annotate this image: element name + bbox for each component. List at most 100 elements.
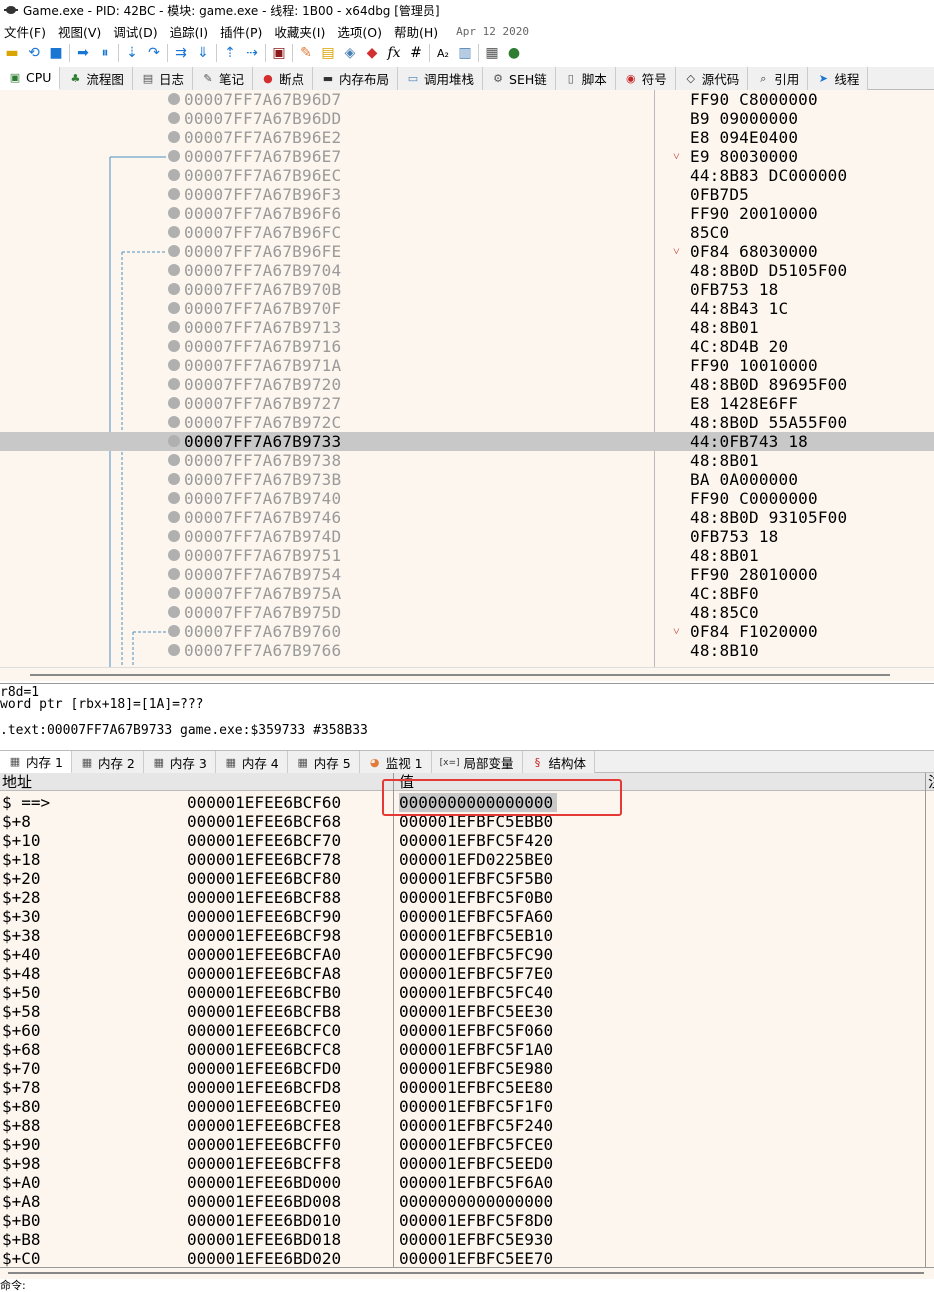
- menu-item[interactable]: 插件(P): [218, 22, 272, 41]
- menu-item[interactable]: 选项(O): [335, 22, 392, 41]
- breakpoint-bullet-icon[interactable]: [168, 473, 180, 485]
- stop-icon[interactable]: ■: [45, 43, 67, 63]
- breakpoint-bullet-icon[interactable]: [168, 245, 180, 257]
- disasm-row[interactable]: 00007FF7A67B971A FF90 10010000: [0, 356, 934, 375]
- breakpoint-bullet-icon[interactable]: [168, 625, 180, 637]
- calculator-icon[interactable]: ▦: [481, 43, 503, 63]
- dump-row[interactable]: $+40 000001EFEE6BCFA0 000001EFBFC5FC90: [0, 945, 934, 964]
- dump-row[interactable]: $+80 000001EFEE6BCFE0 000001EFBFC5F1F0: [0, 1097, 934, 1116]
- dump-row[interactable]: $+58 000001EFEE6BCFB8 000001EFBFC5EE30: [0, 1002, 934, 1021]
- menu-item[interactable]: 追踪(I): [168, 22, 218, 41]
- breakpoint-bullet-icon[interactable]: [168, 226, 180, 238]
- tab-struct[interactable]: § 结构体: [522, 751, 596, 774]
- tab-threads[interactable]: ➤ 线程: [808, 67, 869, 90]
- breakpoint-bullet-icon[interactable]: [168, 549, 180, 561]
- dump-row[interactable]: $+68 000001EFEE6BCFC8 000001EFBFC5F1A0: [0, 1040, 934, 1059]
- command-bar[interactable]: 命令:: [0, 1279, 934, 1292]
- pause-icon[interactable]: ⏸: [94, 43, 116, 63]
- breakpoint-bullet-icon[interactable]: [168, 131, 180, 143]
- breakpoint-bullet-icon[interactable]: [168, 587, 180, 599]
- dump-row[interactable]: $+88 000001EFEE6BCFE8 000001EFBFC5F240: [0, 1116, 934, 1135]
- restart-icon[interactable]: ⟲: [23, 43, 45, 63]
- menu-item[interactable]: 调试(D): [111, 22, 167, 41]
- scroll-track[interactable]: [8, 1272, 924, 1274]
- dump-row[interactable]: $+10 000001EFEE6BCF70 000001EFBFC5F420: [0, 831, 934, 850]
- breakpoint-bullet-icon[interactable]: [168, 492, 180, 504]
- breakpoint-bullet-icon[interactable]: [168, 188, 180, 200]
- tab-seh[interactable]: ⚙ SEH链: [483, 67, 556, 90]
- disassembly-hscrollbar[interactable]: [0, 667, 934, 681]
- disasm-row[interactable]: 00007FF7A67B96E2 E8 094E0400: [0, 128, 934, 147]
- run-to-user-code-icon[interactable]: ⇢: [241, 43, 263, 63]
- trace-into-icon[interactable]: ⇉: [170, 43, 192, 63]
- dump-row[interactable]: $+90 000001EFEE6BCFF0 000001EFBFC5FCE0: [0, 1135, 934, 1154]
- tab-symbol[interactable]: ◉ 符号: [615, 67, 676, 90]
- globe-icon[interactable]: ●: [503, 43, 525, 63]
- tab-memory[interactable]: ▦ 内存 4: [215, 751, 288, 774]
- breakpoint-bullet-icon[interactable]: [168, 568, 180, 580]
- scroll-track[interactable]: [30, 674, 890, 676]
- breakpoint-bullet-icon[interactable]: [168, 283, 180, 295]
- dump-row[interactable]: $+18 000001EFEE6BCF78 000001EFD0225BE0: [0, 850, 934, 869]
- breakpoint-bullet-icon[interactable]: [168, 511, 180, 523]
- tab-callstack[interactable]: ▭ 调用堆栈: [398, 67, 484, 90]
- patch-icon[interactable]: ✎: [295, 43, 317, 63]
- disasm-row[interactable]: 00007FF7A67B970F 44:8B43 1C: [0, 299, 934, 318]
- breakpoint-bullet-icon[interactable]: [168, 112, 180, 124]
- tab-tree[interactable]: ♣ 流程图: [60, 67, 133, 90]
- breakpoint-bullet-icon[interactable]: [168, 606, 180, 618]
- header-address[interactable]: 地址: [2, 773, 32, 791]
- tab-watch[interactable]: ◕ 监视 1: [359, 751, 432, 774]
- dump-row[interactable]: $+B0 000001EFEE6BD010 000001EFBFC5F8D0: [0, 1211, 934, 1230]
- disasm-row[interactable]: 00007FF7A67B96D7 FF90 C8000000: [0, 90, 934, 109]
- breakpoint-bullet-icon[interactable]: [168, 321, 180, 333]
- execute-till-return-icon[interactable]: ⇡: [219, 43, 241, 63]
- step-into-icon[interactable]: ⇣: [121, 43, 143, 63]
- dump-row[interactable]: $+38 000001EFEE6BCF98 000001EFBFC5EB10: [0, 926, 934, 945]
- disasm-row[interactable]: 00007FF7A67B9727 E8 1428E6FF: [0, 394, 934, 413]
- disasm-row[interactable]: 00007FF7A67B96F3 0FB7D5: [0, 185, 934, 204]
- disasm-row[interactable]: 00007FF7A67B9740 FF90 C0000000: [0, 489, 934, 508]
- tab-notes[interactable]: ✎ 笔记: [192, 67, 253, 90]
- tab-locals[interactable]: [x=] 局部变量: [431, 751, 523, 774]
- tab-references[interactable]: ⌕ 引用: [748, 67, 809, 90]
- breakpoint-bullet-icon[interactable]: [168, 644, 180, 656]
- settings-icon[interactable]: ▥: [454, 43, 476, 63]
- dump-row[interactable]: $+30 000001EFEE6BCF90 000001EFBFC5FA60: [0, 907, 934, 926]
- header-comment[interactable]: 注: [928, 773, 934, 791]
- disasm-row[interactable]: 00007FF7A67B9716 4C:8D4B 20: [0, 337, 934, 356]
- strings-icon[interactable]: A₂: [432, 43, 454, 63]
- dump-row[interactable]: $+20 000001EFEE6BCF80 000001EFBFC5F5B0: [0, 869, 934, 888]
- breakpoint-bullet-icon[interactable]: [168, 435, 180, 447]
- label-icon[interactable]: ◈: [339, 43, 361, 63]
- disasm-row[interactable]: 00007FF7A67B974D 0FB753 18: [0, 527, 934, 546]
- bookmark-icon[interactable]: ◆: [361, 43, 383, 63]
- disasm-row[interactable]: 00007FF7A67B972C 48:8B0D 55A55F00: [0, 413, 934, 432]
- disasm-row[interactable]: 00007FF7A67B96FE ˅ 0F84 68030000: [0, 242, 934, 261]
- open-icon[interactable]: ▬: [1, 43, 23, 63]
- dump-row[interactable]: $+98 000001EFEE6BCFF8 000001EFBFC5EED0: [0, 1154, 934, 1173]
- scylla-icon[interactable]: ▣: [268, 43, 290, 63]
- disasm-row[interactable]: 00007FF7A67B973B BA 0A000000: [0, 470, 934, 489]
- dump-row[interactable]: $+78 000001EFEE6BCFD8 000001EFBFC5EE80: [0, 1078, 934, 1097]
- breakpoint-bullet-icon[interactable]: [168, 302, 180, 314]
- disasm-row[interactable]: 00007FF7A67B9760 ˅ 0F84 F1020000: [0, 622, 934, 641]
- disasm-row[interactable]: 00007FF7A67B96DD B9 09000000: [0, 109, 934, 128]
- breakpoint-bullet-icon[interactable]: [168, 454, 180, 466]
- disasm-row[interactable]: 00007FF7A67B975A 4C:8BF0: [0, 584, 934, 603]
- dump-hscrollbar[interactable]: [0, 1267, 934, 1279]
- disasm-row[interactable]: 00007FF7A67B9733 44:0FB743 18: [0, 432, 934, 451]
- dump-row[interactable]: $+28 000001EFEE6BCF88 000001EFBFC5F0B0: [0, 888, 934, 907]
- memory-dump-view[interactable]: 地址 值 注 $ ==>000001EFEE6BCF60000000000000…: [0, 773, 934, 1267]
- menu-item[interactable]: 收藏夹(I): [272, 22, 335, 41]
- run-icon[interactable]: ➡: [72, 43, 94, 63]
- tab-source[interactable]: ◇ 源代码: [675, 67, 749, 90]
- trace-over-icon[interactable]: ⇓: [192, 43, 214, 63]
- disasm-row[interactable]: 00007FF7A67B9738 48:8B01: [0, 451, 934, 470]
- menu-item[interactable]: 文件(F): [2, 22, 56, 41]
- breakpoint-bullet-icon[interactable]: [168, 264, 180, 276]
- menu-item[interactable]: 帮助(H): [392, 22, 448, 41]
- disasm-row[interactable]: 00007FF7A67B9720 48:8B0D 89695F00: [0, 375, 934, 394]
- dump-row[interactable]: $+A8 000001EFEE6BD008 0000000000000000: [0, 1192, 934, 1211]
- tab-memory[interactable]: ▦ 内存 2: [71, 751, 144, 774]
